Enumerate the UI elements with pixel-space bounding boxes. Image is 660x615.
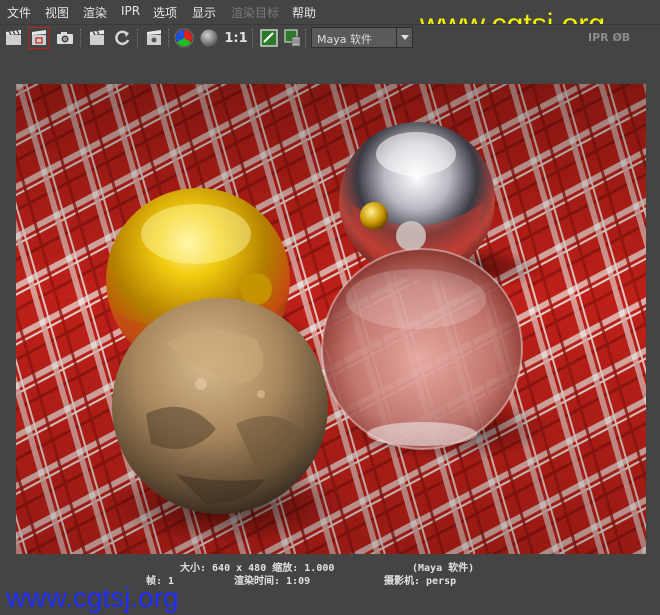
snapshot-button[interactable] <box>54 27 76 49</box>
real-size-button[interactable]: 1:1 <box>224 27 248 49</box>
camera-icon <box>57 32 73 44</box>
menu-render[interactable]: 渲染 <box>83 4 107 21</box>
refresh-ipr-button[interactable] <box>111 27 133 49</box>
ipr-clapperboard-icon <box>90 30 104 45</box>
clapperboard-region-icon <box>32 30 46 45</box>
rendered-image <box>16 84 646 554</box>
menu-view[interactable]: 视图 <box>45 4 69 21</box>
menu-ipr[interactable]: IPR <box>121 4 140 18</box>
clapperboard-icon <box>6 30 21 45</box>
menu-help[interactable]: 帮助 <box>292 4 316 21</box>
toolbar-separator <box>137 29 140 47</box>
refresh-icon <box>115 30 130 46</box>
alpha-sphere-icon <box>200 29 218 47</box>
menu-display[interactable]: 显示 <box>192 4 216 21</box>
ipr-label: IPR ØB <box>588 31 631 44</box>
remove-image-icon <box>284 29 301 47</box>
render-settings-button[interactable] <box>143 27 165 49</box>
menu-options[interactable]: 选项 <box>153 4 177 21</box>
renderer-select-value: Maya 软件 <box>317 33 372 46</box>
clapperboard-settings-icon <box>147 30 161 45</box>
ipr-render-button[interactable] <box>86 27 108 49</box>
keep-image-icon <box>260 29 278 47</box>
rendered-scene <box>16 84 646 554</box>
redo-render-button[interactable] <box>3 27 25 49</box>
status-render-time: 渲染时间: 1:09 <box>234 576 311 587</box>
toolbar-separator <box>305 29 308 47</box>
color-wheel-icon <box>174 28 194 48</box>
toolbar-separator <box>252 29 255 47</box>
toolbar: 1:1 Maya 软件 IPR ØB <box>0 24 660 51</box>
toolbar-separator <box>80 29 83 47</box>
menu-render-target[interactable]: 渲染目标 <box>231 4 279 21</box>
rgb-channel-button[interactable] <box>173 27 195 49</box>
status-camera: 摄影机: persp <box>384 576 457 587</box>
remove-image-button[interactable] <box>282 27 304 49</box>
alpha-channel-button[interactable] <box>198 27 220 49</box>
toolbar-separator <box>168 29 171 47</box>
renderer-select[interactable]: Maya 软件 <box>311 27 413 48</box>
keep-image-button[interactable] <box>258 27 280 49</box>
watermark-bottom: www.cgtsj.org <box>6 582 179 613</box>
render-region-button[interactable] <box>28 27 50 49</box>
chevron-down-icon <box>396 28 412 47</box>
menu-file[interactable]: 文件 <box>7 4 31 21</box>
